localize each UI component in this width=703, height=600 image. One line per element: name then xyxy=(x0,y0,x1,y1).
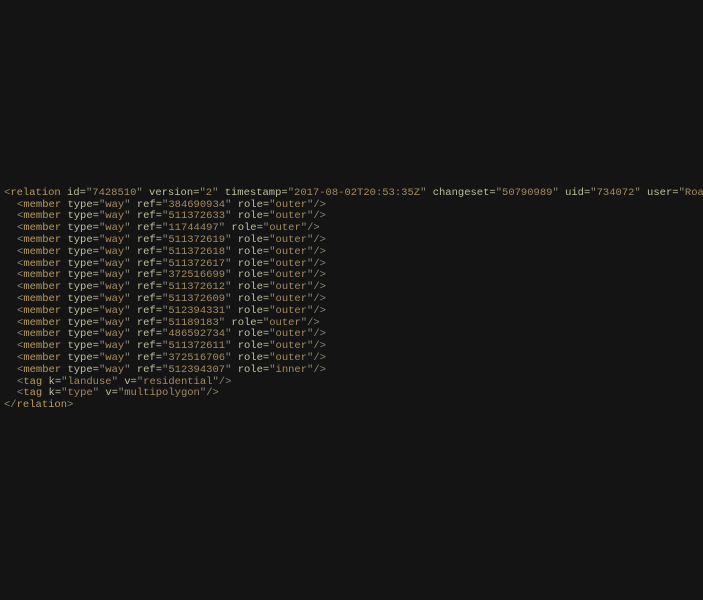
xml-code-block: <relation id="7428510" version="2" times… xyxy=(4,176,703,412)
member-ref: 511372611 xyxy=(168,340,225,352)
member-role: outer xyxy=(269,222,301,234)
member-role: outer xyxy=(276,246,308,258)
member-type: way xyxy=(105,199,124,211)
member-ref: 511372633 xyxy=(168,210,225,222)
relation-close-line: </relation> xyxy=(4,399,73,411)
member-type: way xyxy=(105,340,124,352)
member-role: outer xyxy=(269,317,301,329)
tag-v: residential xyxy=(143,376,212,388)
tag-v: multipolygon xyxy=(124,387,200,399)
member-role: outer xyxy=(276,340,308,352)
member-role: outer xyxy=(276,210,308,222)
member-type: way xyxy=(105,269,124,281)
member-ref: 511372617 xyxy=(168,258,225,270)
relation-open-line: <relation id="7428510" version="2" times… xyxy=(4,187,703,199)
member-type: way xyxy=(105,281,124,293)
relation-id: 7428510 xyxy=(92,187,136,199)
member-type: way xyxy=(105,293,124,305)
member-role: outer xyxy=(276,234,308,246)
member-ref: 511372612 xyxy=(168,281,225,293)
member-role: outer xyxy=(276,258,308,270)
member-ref: 51189183 xyxy=(168,317,218,329)
member-type: way xyxy=(105,328,124,340)
member-ref: 486592734 xyxy=(168,328,225,340)
member-type: way xyxy=(105,352,124,364)
relation-user: Roadsguy xyxy=(685,187,703,199)
member-role: outer xyxy=(276,293,308,305)
member-type: way xyxy=(105,258,124,270)
member-ref: 384690934 xyxy=(168,199,225,211)
member-role: outer xyxy=(276,305,308,317)
member-role: outer xyxy=(276,269,308,281)
member-ref: 511372609 xyxy=(168,293,225,305)
member-role: inner xyxy=(276,364,308,376)
relation-timestamp: 2017-08-02T20:53:35Z xyxy=(294,187,420,199)
member-ref: 372516706 xyxy=(168,352,225,364)
member-type: way xyxy=(105,234,124,246)
member-ref: 511372618 xyxy=(168,246,225,258)
member-role: outer xyxy=(276,328,308,340)
member-type: way xyxy=(105,246,124,258)
member-type: way xyxy=(105,210,124,222)
member-role: outer xyxy=(276,281,308,293)
member-role: outer xyxy=(276,352,308,364)
member-ref: 511372619 xyxy=(168,234,225,246)
member-ref: 512394331 xyxy=(168,305,225,317)
relation-changeset: 50790989 xyxy=(502,187,552,199)
relation-uid: 734072 xyxy=(597,187,635,199)
member-type: way xyxy=(105,222,124,234)
member-type: way xyxy=(105,305,124,317)
member-ref: 512394307 xyxy=(168,364,225,376)
tag-k: type xyxy=(67,387,92,399)
member-ref: 372516699 xyxy=(168,269,225,281)
tag-k: landuse xyxy=(67,376,111,388)
member-type: way xyxy=(105,364,124,376)
relation-tag: relation xyxy=(10,187,60,199)
member-ref: 11744497 xyxy=(168,222,218,234)
member-role: outer xyxy=(276,199,308,211)
member-type: way xyxy=(105,317,124,329)
